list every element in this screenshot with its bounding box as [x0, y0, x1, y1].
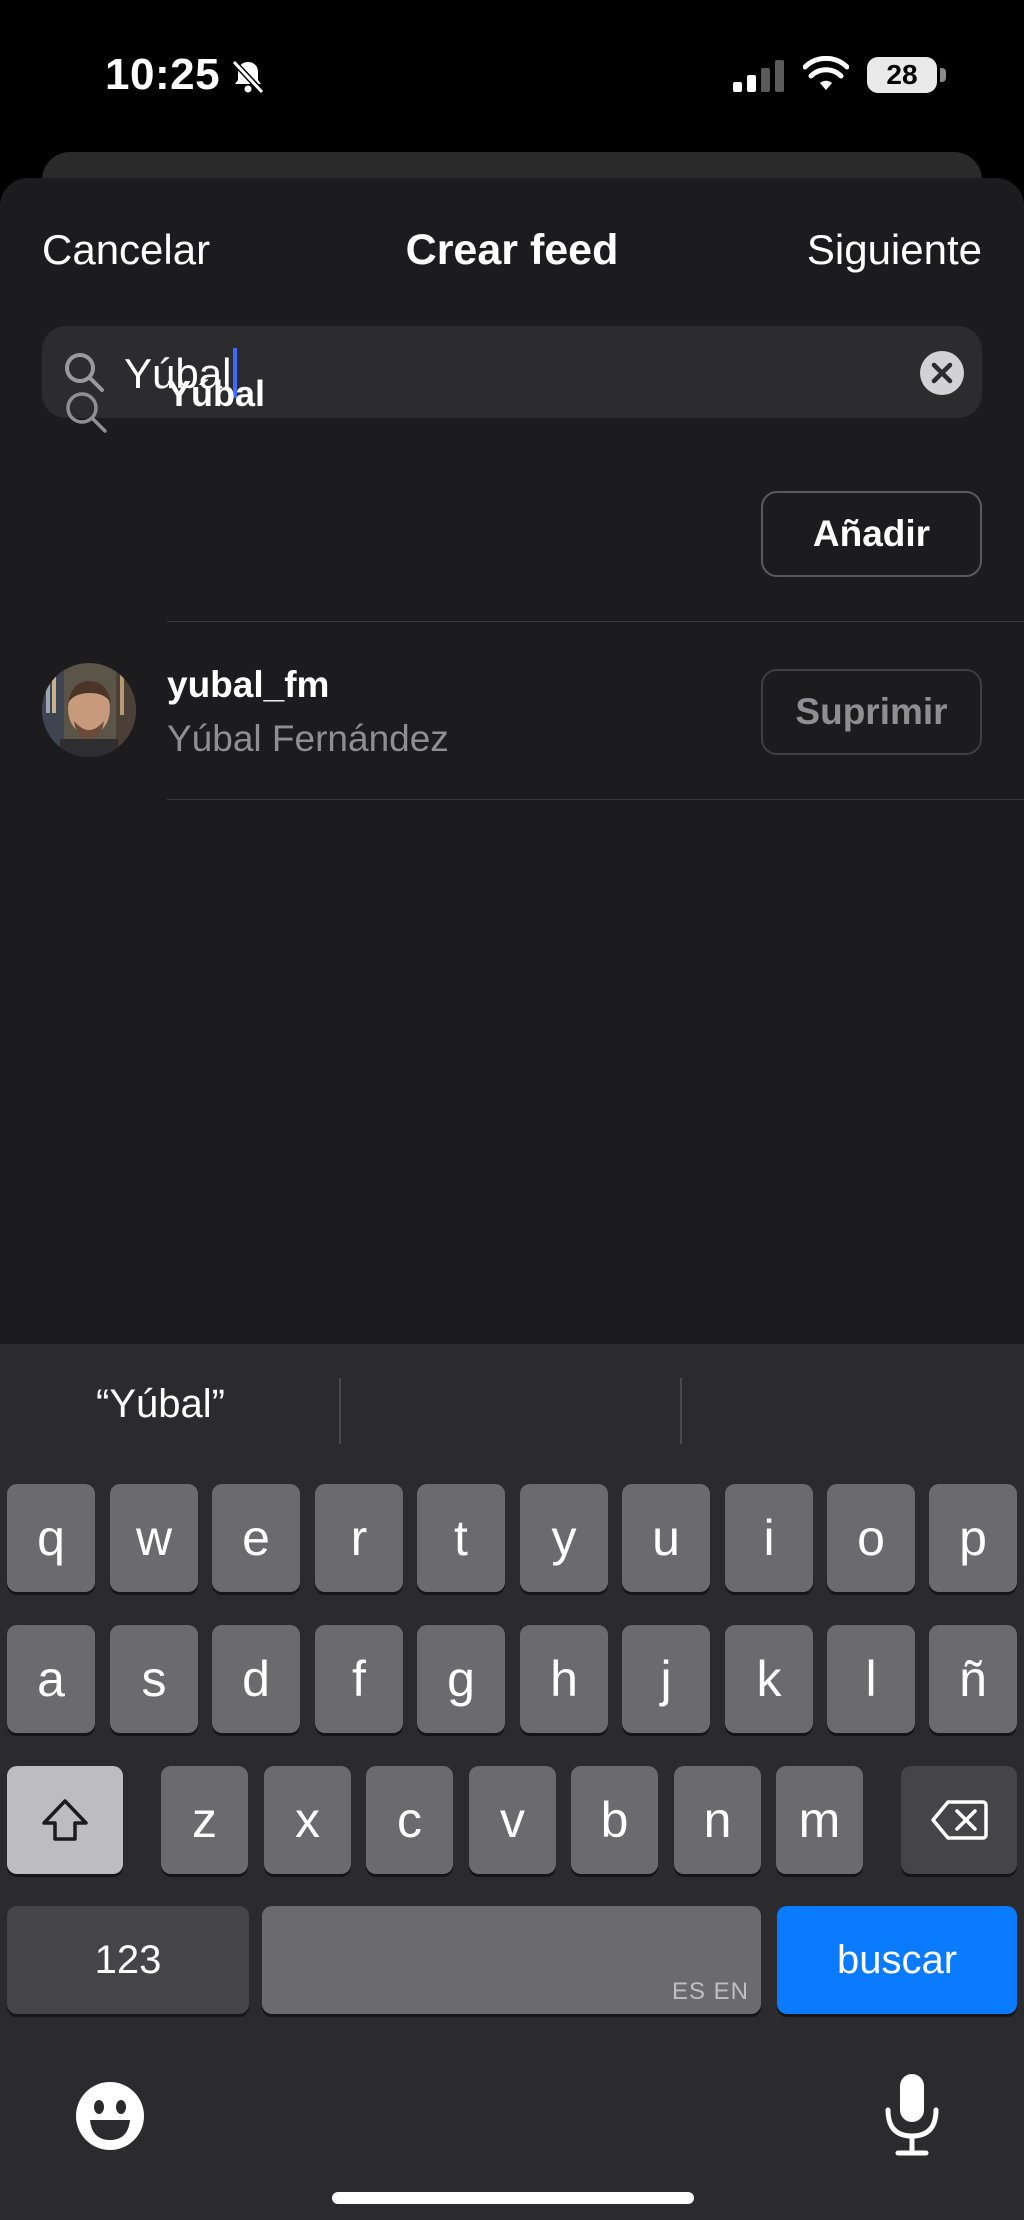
microphone-icon[interactable] [882, 2072, 942, 2158]
key-m[interactable]: m [776, 1766, 863, 1874]
backspace-icon [931, 1800, 988, 1840]
prediction-separator [680, 1378, 682, 1444]
space-language-label: ES EN [671, 1978, 749, 2005]
battery-indicator: 28 [867, 57, 937, 93]
emoji-icon[interactable] [74, 2080, 146, 2152]
remove-button[interactable]: Suprimir [761, 669, 982, 755]
numbers-key[interactable]: 123 [7, 1906, 249, 2014]
key-b[interactable]: b [571, 1766, 658, 1874]
key-v[interactable]: v [469, 1766, 556, 1874]
battery-tip [940, 68, 946, 82]
avatar [42, 663, 136, 757]
key-w[interactable]: w [110, 1484, 198, 1592]
user-username: yubal_fm [167, 664, 330, 705]
key-k[interactable]: k [725, 1625, 813, 1733]
key-enye[interactable]: ñ [929, 1625, 1017, 1733]
status-time: 10:25 [105, 50, 221, 99]
key-r[interactable]: r [315, 1484, 403, 1592]
cancel-button[interactable]: Cancelar [42, 226, 210, 274]
key-z[interactable]: z [161, 1766, 248, 1874]
key-n[interactable]: n [674, 1766, 761, 1874]
key-o[interactable]: o [827, 1484, 915, 1592]
row-divider [167, 799, 1024, 800]
key-c[interactable]: c [366, 1766, 453, 1874]
clear-icon[interactable] [920, 351, 964, 395]
key-l[interactable]: l [827, 1625, 915, 1733]
key-i[interactable]: i [725, 1484, 813, 1592]
key-j[interactable]: j [622, 1625, 710, 1733]
signal-icon [733, 60, 784, 92]
key-q[interactable]: q [7, 1484, 95, 1592]
suggestion-label: Yúbal [167, 373, 266, 414]
key-y[interactable]: y [520, 1484, 608, 1592]
key-e[interactable]: e [212, 1484, 300, 1592]
next-button[interactable]: Siguiente [807, 226, 982, 274]
shift-key[interactable] [7, 1766, 123, 1874]
shift-icon [42, 1799, 88, 1841]
key-d[interactable]: d [212, 1625, 300, 1733]
key-f[interactable]: f [315, 1625, 403, 1733]
bell-slash-icon [231, 59, 265, 95]
keyboard: “Yúbal” q w e r t y u i o p a s d f g h … [0, 1344, 1024, 2220]
key-s[interactable]: s [110, 1625, 198, 1733]
status-bar: 10:25 28 [0, 0, 1024, 150]
user-fullname: Yúbal Fernández [167, 718, 449, 759]
key-x[interactable]: x [264, 1766, 351, 1874]
prediction-item[interactable]: “Yúbal” [96, 1382, 225, 1427]
key-g[interactable]: g [417, 1625, 505, 1733]
row-divider [167, 621, 1024, 622]
search-icon [66, 392, 107, 433]
search-key[interactable]: buscar [777, 1906, 1017, 2014]
wifi-icon [803, 56, 849, 90]
key-u[interactable]: u [622, 1484, 710, 1592]
home-indicator[interactable] [332, 2192, 694, 2204]
space-bar[interactable]: ES EN [262, 1906, 761, 2014]
backspace-key[interactable] [901, 1766, 1017, 1874]
prediction-bar: “Yúbal” [0, 1344, 1024, 1474]
key-a[interactable]: a [7, 1625, 95, 1733]
key-h[interactable]: h [520, 1625, 608, 1733]
prediction-separator [339, 1378, 341, 1444]
add-button[interactable]: Añadir [761, 491, 982, 577]
key-p[interactable]: p [929, 1484, 1017, 1592]
key-t[interactable]: t [417, 1484, 505, 1592]
